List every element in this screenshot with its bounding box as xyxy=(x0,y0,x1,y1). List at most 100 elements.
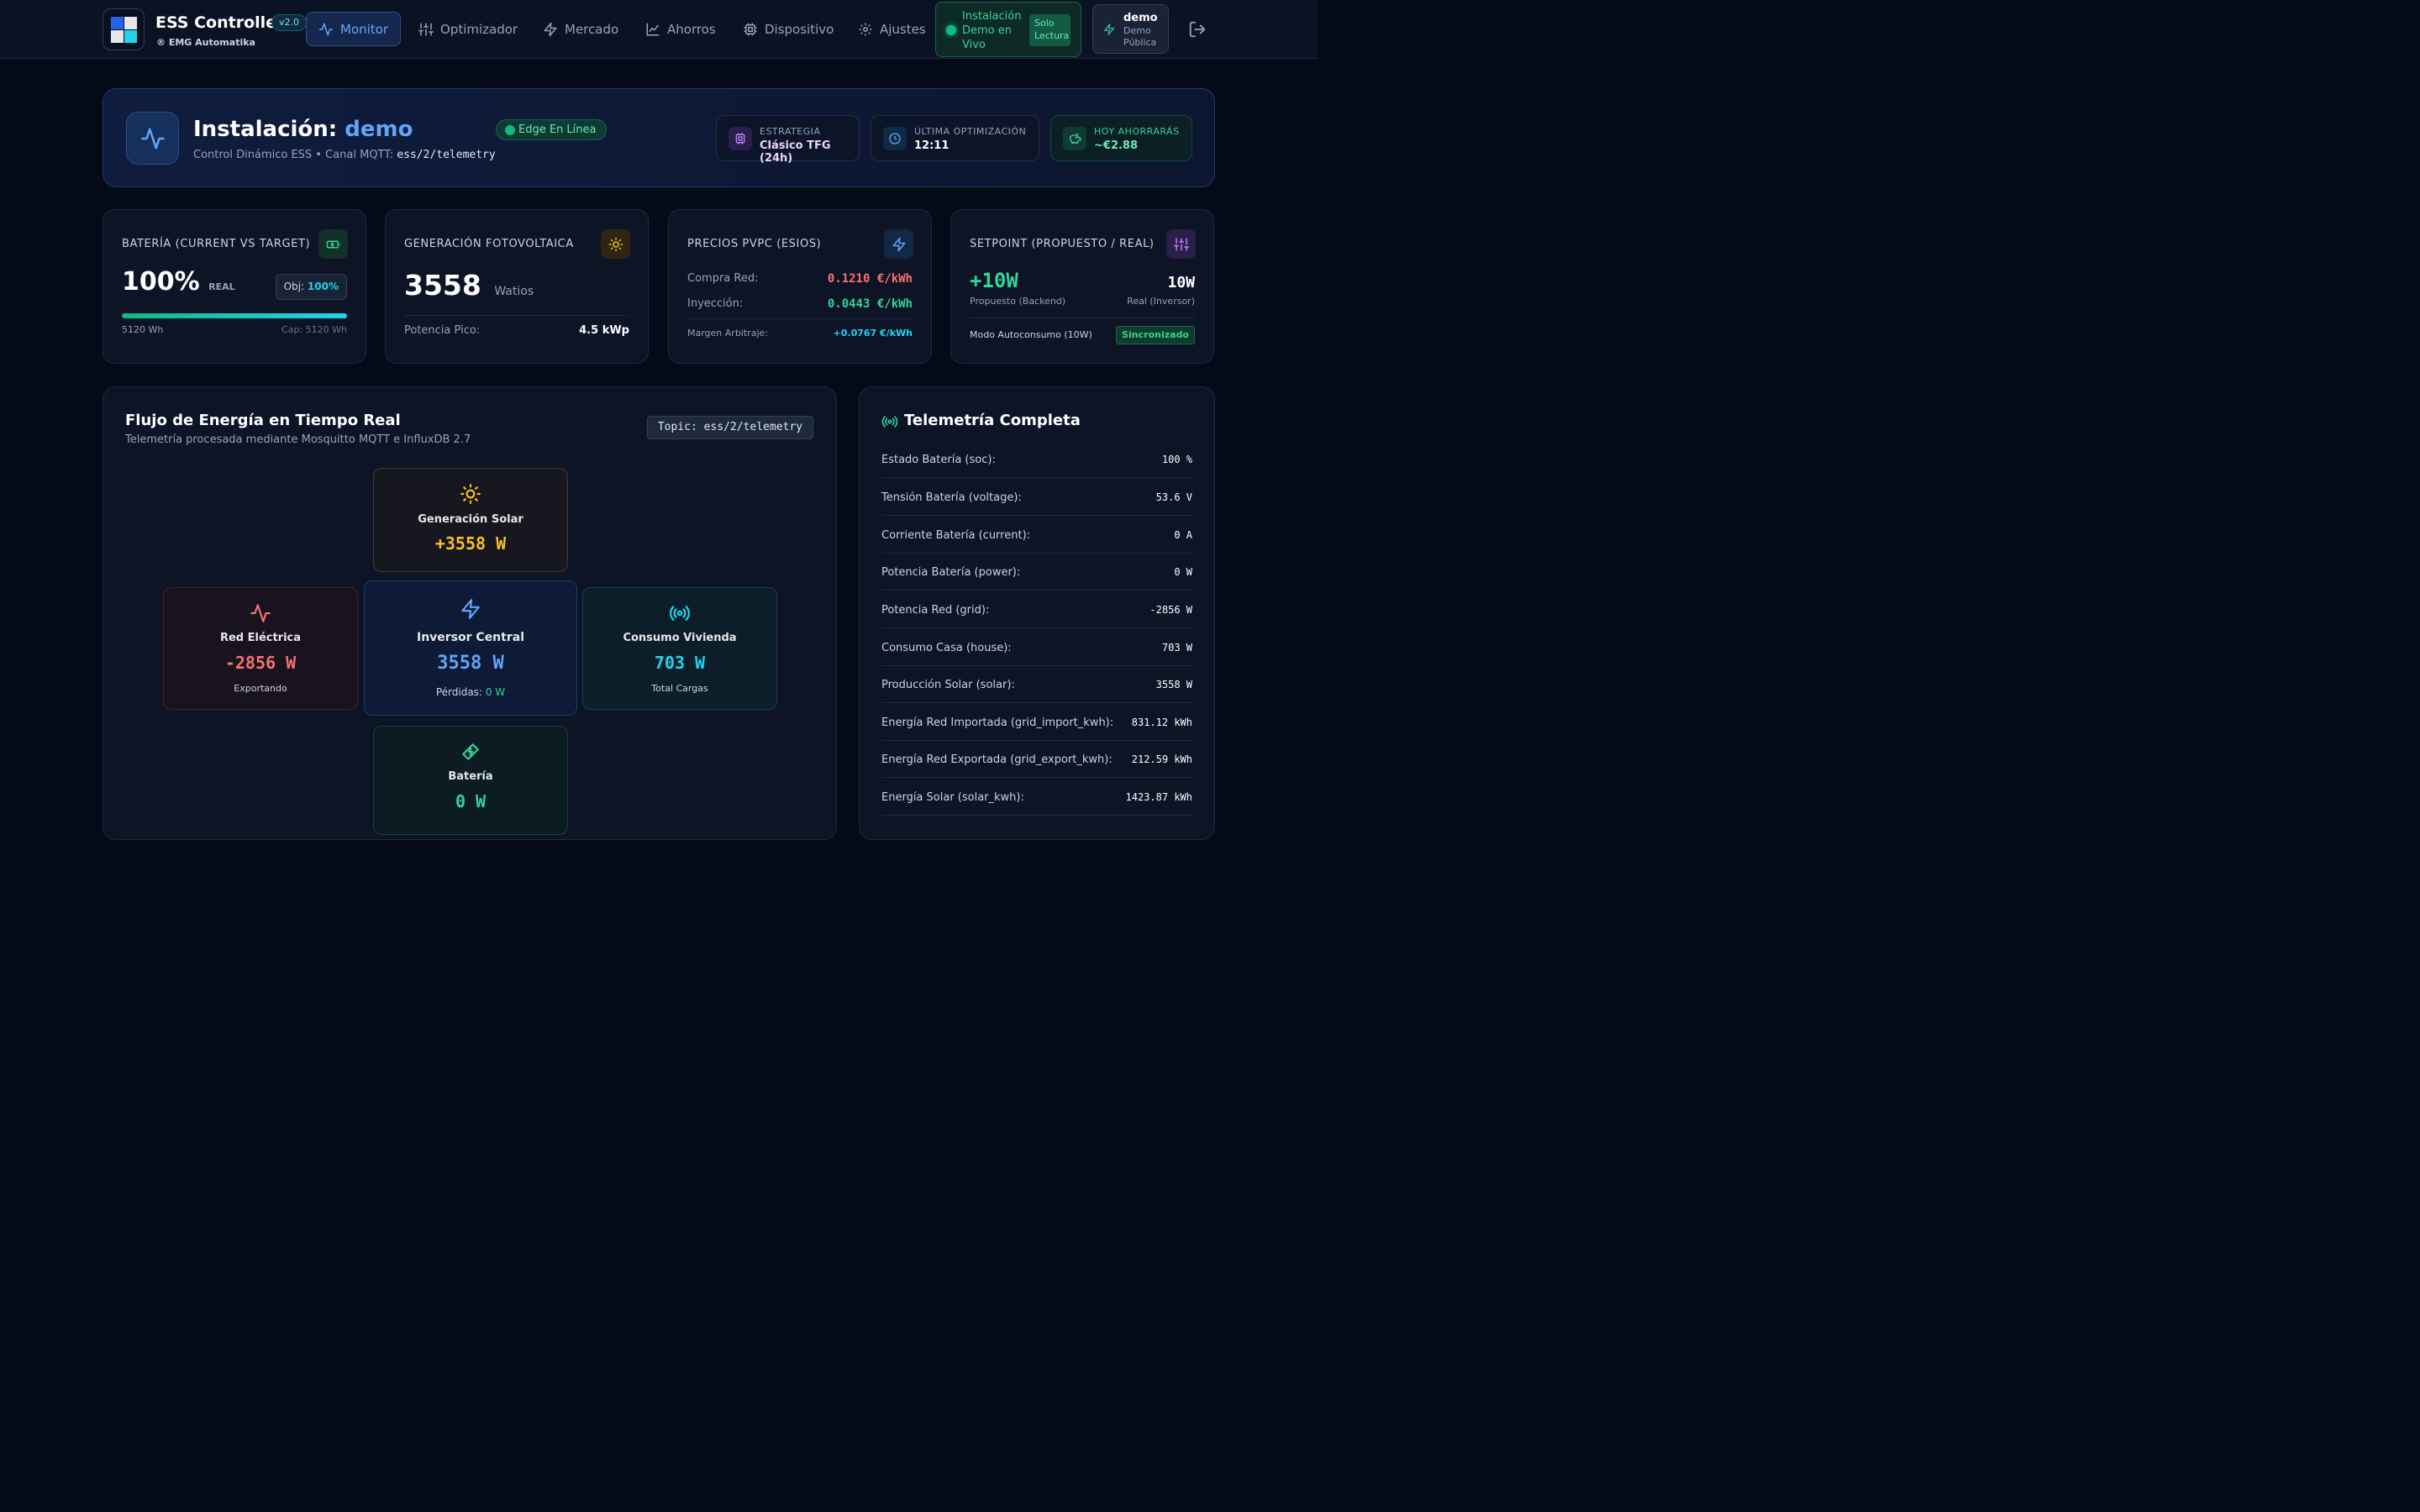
nav-item-label: Monitor xyxy=(340,21,389,37)
last-optimization-label: ÚLTIMA OPTIMIZACIÓN xyxy=(914,126,1027,137)
nav-item-label: Ahorros xyxy=(667,21,716,37)
flow-subtitle: Telemetría procesada mediante Mosquitto … xyxy=(125,433,471,446)
solar-node[interactable]: Generación Solar +3558 W xyxy=(373,468,568,572)
cpu-icon xyxy=(744,23,757,35)
grid-node[interactable]: Red Eléctrica -2856 W Exportando xyxy=(163,587,358,710)
battery-progress-fill xyxy=(122,313,347,318)
user-name: demo xyxy=(1123,12,1158,24)
setpoint-card-title: SETPOINT (PROPUESTO / REAL) xyxy=(970,238,1155,250)
logout-icon[interactable] xyxy=(1188,20,1207,39)
table-row: Producción Solar (solar): 3558 W xyxy=(881,665,1192,703)
installation-banner: Instalación: demo Edge En Línea Control … xyxy=(103,88,1215,187)
table-row: Energía Red Exportada (grid_export_kwh):… xyxy=(881,740,1192,778)
zap-icon xyxy=(884,229,913,259)
user-profile-pill[interactable]: demo Demo Pública xyxy=(1092,4,1169,54)
sliders-icon xyxy=(418,23,434,35)
inverter-losses: Pérdidas: 0 W xyxy=(365,686,576,698)
battery-flow-value: 0 W xyxy=(455,791,487,811)
mqtt-topic: ess/2/telemetry xyxy=(397,149,496,161)
nav-item-monitor[interactable]: Monitor xyxy=(306,12,402,46)
pv-peak-value: 4.5 kWp xyxy=(579,324,629,337)
broadcast-icon xyxy=(881,416,898,428)
telemetry-value: 212.59 kWh xyxy=(1131,753,1192,765)
pv-power-number: 3558 xyxy=(404,269,481,302)
telemetry-key: Producción Solar (solar): xyxy=(881,678,1015,691)
table-row: Corriente Batería (current): 0 A xyxy=(881,516,1192,554)
arbitrage-value: +0.0767 €/kWh xyxy=(833,328,913,339)
setpoint-card: SETPOINT (PROPUESTO / REAL) +10W 10W Pro… xyxy=(950,209,1214,364)
telemetry-key: Corriente Batería (current): xyxy=(881,528,1031,542)
nav-item-optimizador[interactable]: Optimizador xyxy=(407,12,529,46)
sell-price-label: Inyección: xyxy=(687,297,744,310)
inverter-losses-value: 0 W xyxy=(485,686,506,698)
telemetry-value: 0 W xyxy=(1174,566,1192,578)
pv-power-unit: Watios xyxy=(494,285,534,298)
brand-logo-icon[interactable] xyxy=(103,8,145,50)
energy-flow-panel: Flujo de Energía en Tiempo Real Telemetr… xyxy=(103,386,837,840)
strategy-value: Clásico TFG (24h) xyxy=(760,139,831,165)
banner-subtitle: Control Dinámico ESS • Canal MQTT: ess/2… xyxy=(193,149,496,161)
battery-target-value: 100% xyxy=(307,281,339,292)
battery-target-badge: Obj: 100% xyxy=(275,274,347,300)
live-dot-icon xyxy=(946,25,956,35)
nav-item-mercado[interactable]: Mercado xyxy=(531,12,630,46)
table-row: Potencia Batería (power): 0 W xyxy=(881,553,1192,591)
house-label: Consumo Vivienda xyxy=(623,632,737,644)
zap-icon xyxy=(1103,24,1115,35)
table-row: Tensión Batería (voltage): 53.6 V xyxy=(881,478,1192,516)
nav-item-label: Ajustes xyxy=(880,21,926,37)
pv-power-value: 3558 Watios xyxy=(404,269,534,302)
inverter-losses-label: Pérdidas: xyxy=(435,686,482,698)
broadcast-icon xyxy=(670,606,690,621)
battery-energy-row: 5120 Wh Cap: 5120 Wh xyxy=(122,324,347,335)
sun-icon xyxy=(601,229,630,259)
strategy-box[interactable]: ESTRATEGIA Clásico TFG (24h) xyxy=(716,115,860,165)
activity-icon xyxy=(250,604,271,622)
telemetry-value: 831.12 kWh xyxy=(1131,717,1192,728)
brand-title: ESS Controller xyxy=(155,13,285,32)
edge-status-badge: Edge En Línea xyxy=(496,119,607,140)
sun-icon xyxy=(460,484,481,504)
page-title-prefix: Instalación: xyxy=(193,117,338,142)
last-optimization-value: 12:11 xyxy=(914,139,950,152)
telemetry-key: Estado Batería (soc): xyxy=(881,453,996,466)
grid-value: -2856 W xyxy=(224,653,297,673)
readonly-badge: Solo Lectura xyxy=(1029,14,1071,46)
edge-status-label: Edge En Línea xyxy=(518,123,597,136)
pv-peak-label: Potencia Pico: xyxy=(404,324,481,337)
battery-card: BATERÍA (CURRENT VS TARGET) 100% REAL Ob… xyxy=(103,209,366,364)
battery-label: Batería xyxy=(448,770,493,783)
grid-label: Red Eléctrica xyxy=(219,632,302,644)
telemetry-key: Tensión Batería (voltage): xyxy=(881,491,1022,504)
nav-item-dispositivo[interactable]: Dispositivo xyxy=(731,12,845,46)
nav-item-ahorros[interactable]: Ahorros xyxy=(634,12,728,46)
battery-capacity: Cap: 5120 Wh xyxy=(281,324,347,335)
gear-icon xyxy=(859,23,872,35)
telemetry-key: Energía Solar (solar_kwh): xyxy=(881,790,1024,804)
battery-node[interactable]: Batería 0 W xyxy=(373,726,568,835)
setpoint-real-value: 10W xyxy=(1167,274,1195,291)
telemetry-key: Potencia Red (grid): xyxy=(881,603,990,617)
page-title: Instalación: demo xyxy=(193,117,413,142)
user-role: Demo Pública xyxy=(1123,25,1157,48)
pv-card-title: GENERACIÓN FOTOVOLTAICA xyxy=(404,238,574,250)
setpoint-mode: Modo Autoconsumo (10W) xyxy=(970,329,1092,340)
telemetry-value: 3558 W xyxy=(1155,679,1192,690)
demo-status-pill: Instalación Demo en Vivo Solo Lectura xyxy=(935,2,1081,57)
battery-progress-track xyxy=(122,313,347,318)
nav-item-label: Optimizador xyxy=(440,21,518,37)
table-row: Estado Batería (soc): 100 % xyxy=(881,440,1192,478)
house-node[interactable]: Consumo Vivienda 703 W Total Cargas xyxy=(582,587,777,710)
house-value: 703 W xyxy=(654,653,706,673)
telemetry-value: -2856 W xyxy=(1150,604,1192,616)
battery-charging-icon xyxy=(318,229,348,259)
setpoint-real-label: Real (Inversor) xyxy=(1127,296,1195,307)
battery-soc-value: 100% REAL xyxy=(122,267,235,297)
status-dot-icon xyxy=(505,125,515,135)
inverter-node[interactable]: Inversor Central 3558 W Pérdidas: 0 W xyxy=(364,580,577,716)
telemetry-panel: Telemetría Completa Estado Batería (soc)… xyxy=(859,386,1215,840)
strategy-label: ESTRATEGIA xyxy=(760,126,821,137)
clock-icon xyxy=(883,127,907,150)
divider xyxy=(404,315,629,316)
nav-item-ajustes[interactable]: Ajustes xyxy=(846,12,938,46)
